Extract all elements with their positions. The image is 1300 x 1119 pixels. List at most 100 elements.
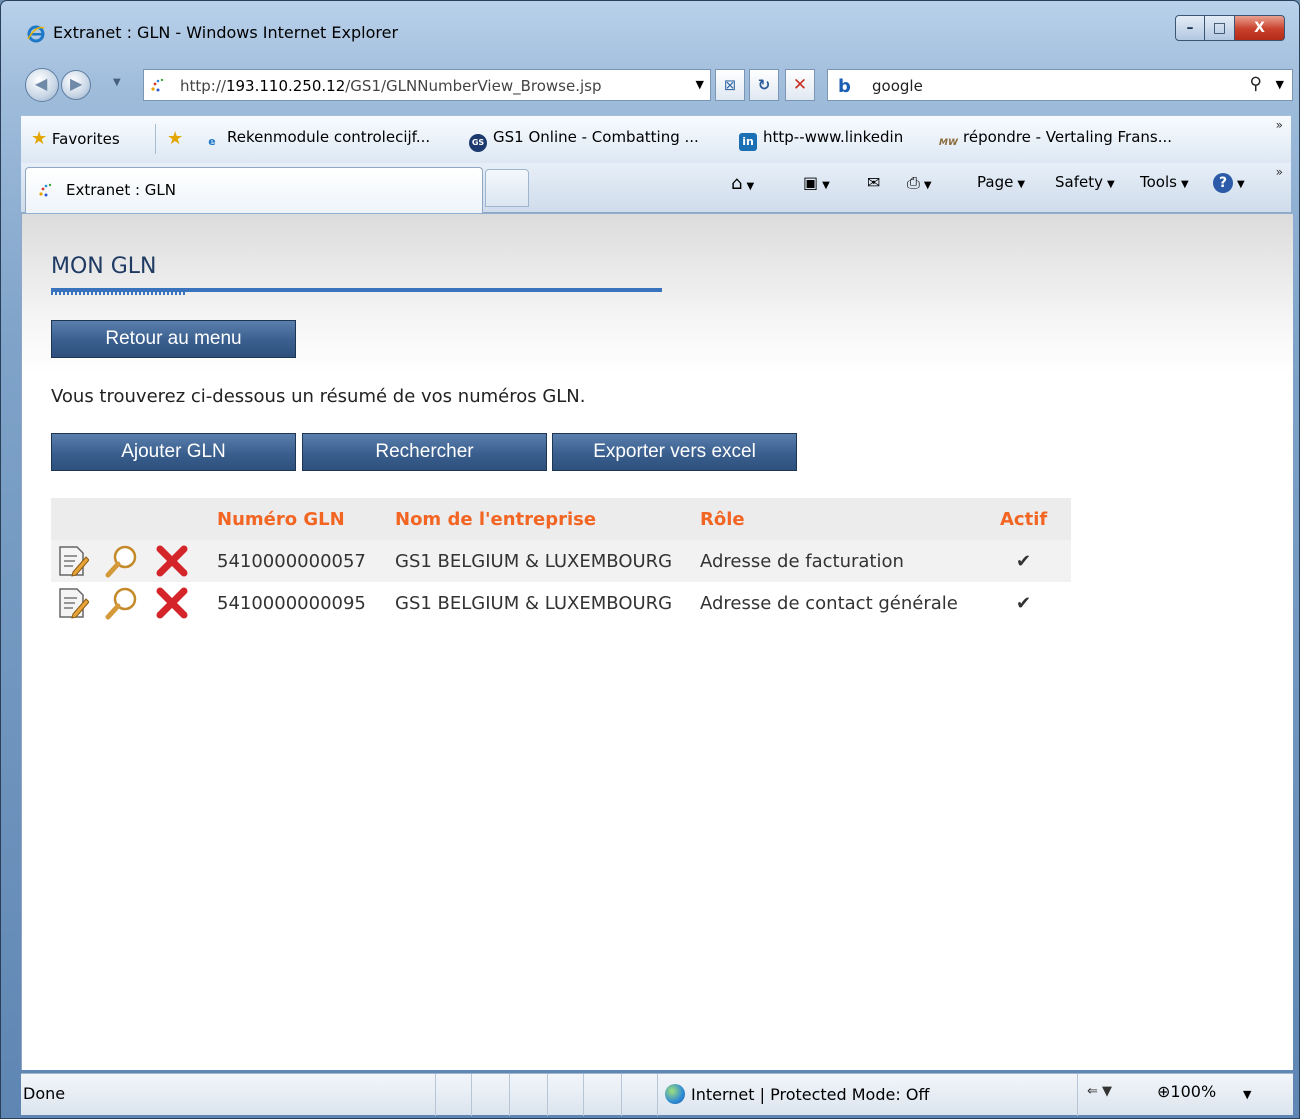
add-to-favorites-icon: ★ xyxy=(167,128,184,149)
separator xyxy=(155,124,156,154)
refresh-icon: ↻ xyxy=(757,76,771,94)
stop-icon: ✕ xyxy=(792,75,808,95)
tab-extranet-gln[interactable]: Extranet : GLN xyxy=(25,167,483,213)
gln-table: Numéro GLN Nom de l'entreprise Rôle Acti… xyxy=(51,498,1071,624)
read-mail-button[interactable]: ✉ xyxy=(867,173,880,192)
back-arrow-icon: ◀ xyxy=(35,74,48,93)
address-dropdown-icon[interactable]: ▼ xyxy=(696,78,704,91)
cell-company: GS1 BELGIUM & LUXEMBOURG xyxy=(395,540,700,582)
gs1-icon: GS xyxy=(469,134,487,152)
column-header-active[interactable]: Actif xyxy=(1000,498,1071,540)
favorites-bar: ★ Favorites ★ e Rekenmodule controlecijf.… xyxy=(21,115,1291,163)
view-details-magnifier-icon[interactable] xyxy=(105,586,139,620)
status-divider xyxy=(509,1074,510,1116)
edit-icon[interactable] xyxy=(55,586,89,620)
compatibility-icon: ⊠ xyxy=(723,76,737,94)
search-input[interactable]: google xyxy=(872,77,923,95)
delete-icon[interactable] xyxy=(155,586,189,620)
page-content: MON GLN Retour au menu Vous trouverez ci… xyxy=(21,214,1293,1070)
title-bar: Extranet : GLN - Windows Internet Explor… xyxy=(1,1,1299,61)
cell-gln: 5410000000095 xyxy=(217,582,395,624)
back-button[interactable]: ◀ xyxy=(25,68,59,102)
feeds-button[interactable]: ▣ ▼ xyxy=(803,173,830,192)
internet-globe-icon xyxy=(665,1084,685,1104)
column-header-gln[interactable]: Numéro GLN xyxy=(217,498,395,540)
column-header-role[interactable]: Rôle xyxy=(700,498,1000,540)
close-button[interactable]: X xyxy=(1235,15,1285,41)
safety-menu[interactable]: Safety ▼ xyxy=(1055,173,1115,191)
browser-window: Extranet : GLN - Windows Internet Explor… xyxy=(0,0,1300,1119)
tools-menu[interactable]: Tools ▼ xyxy=(1140,173,1189,191)
command-overflow-chevron-icon[interactable]: » xyxy=(1276,165,1283,179)
cell-role: Adresse de facturation xyxy=(700,540,1000,582)
column-header-company[interactable]: Nom de l'entreprise xyxy=(395,498,700,540)
back-to-menu-button[interactable]: Retour au menu xyxy=(51,320,296,358)
active-checkmark-icon: ✔ xyxy=(1000,582,1071,624)
status-divider xyxy=(657,1074,658,1116)
security-zone[interactable]: Internet | Protected Mode: Off xyxy=(665,1084,929,1104)
view-details-magnifier-icon[interactable] xyxy=(105,544,139,578)
maximize-button[interactable]: □ xyxy=(1205,15,1235,41)
status-divider xyxy=(547,1074,548,1116)
active-checkmark-icon: ✔ xyxy=(1000,540,1071,582)
status-divider xyxy=(435,1074,436,1116)
row-actions xyxy=(51,540,217,582)
bing-icon: b xyxy=(838,76,851,97)
zoom-level[interactable]: ⊕100% xyxy=(1157,1082,1216,1101)
address-row: ◀ ▶ ▼ http://193.110.250.12/GS1/GLNNumbe… xyxy=(1,63,1299,107)
linkedin-icon: in xyxy=(739,133,757,151)
window-controls: – □ X xyxy=(1175,15,1285,41)
favorite-link-gs1[interactable]: GS GS1 Online - Combatting ... xyxy=(469,128,699,152)
favorite-link-repondre[interactable]: MW répondre - Vertaling Frans... xyxy=(939,128,1172,152)
row-actions xyxy=(51,582,217,624)
intro-text: Vous trouverez ci-dessous un résumé de v… xyxy=(51,386,586,407)
merriam-webster-icon: MW xyxy=(939,138,958,148)
search-box[interactable]: b google ⚲ ▼ xyxy=(827,69,1293,101)
add-favorite-button[interactable]: ★ xyxy=(167,128,183,149)
cell-gln: 5410000000057 xyxy=(217,540,395,582)
search-button[interactable]: Rechercher xyxy=(302,433,547,471)
print-button[interactable]: ⎙ ▼ xyxy=(907,173,932,193)
refresh-button[interactable]: ↻ xyxy=(749,69,779,101)
favorites-overflow-chevron-icon[interactable]: » xyxy=(1276,118,1283,132)
actions-header xyxy=(51,498,217,540)
protected-mode-icon[interactable]: ⇐ ▼ xyxy=(1087,1084,1112,1099)
favorite-link-linkedin[interactable]: in http--www.linkedin xyxy=(739,128,903,151)
recent-pages-dropdown[interactable]: ▼ xyxy=(113,77,121,88)
add-gln-button[interactable]: Ajouter GLN xyxy=(51,433,296,471)
zoom-dropdown-icon[interactable]: ▼ xyxy=(1243,1088,1251,1101)
status-divider xyxy=(583,1074,584,1116)
title-underline-pattern xyxy=(51,292,186,295)
zoom-magnifier-icon: ⊕ xyxy=(1157,1082,1171,1101)
stop-button[interactable]: ✕ xyxy=(785,69,815,101)
edit-icon[interactable] xyxy=(55,544,89,578)
favorite-link-rekenmodule[interactable]: e Rekenmodule controlecijf... xyxy=(203,128,430,151)
cell-company: GS1 BELGIUM & LUXEMBOURG xyxy=(395,582,700,624)
page-menu[interactable]: Page ▼ xyxy=(977,173,1025,191)
status-bar: Done Internet | Protected Mode: Off ⇐ ▼ … xyxy=(21,1073,1293,1116)
search-icon[interactable]: ⚲ xyxy=(1250,74,1262,94)
help-menu[interactable]: ? ▼ xyxy=(1213,173,1245,193)
favorites-button[interactable]: ★ Favorites xyxy=(31,128,120,149)
search-dropdown-icon[interactable]: ▼ xyxy=(1276,78,1284,91)
table-row: 5410000000095 GS1 BELGIUM & LUXEMBOURG A… xyxy=(51,582,1071,624)
minimize-button[interactable]: – xyxy=(1175,15,1205,41)
status-divider xyxy=(621,1074,622,1116)
rss-feed-icon: ▣ xyxy=(803,173,819,192)
mail-icon: ✉ xyxy=(867,173,881,192)
tab-bar: Extranet : GLN ⌂ ▼ ▣ ▼ ✉ ⎙ ▼ Page ▼ Safety ▼ … xyxy=(21,163,1291,213)
site-favicon-icon xyxy=(39,183,52,197)
address-bar[interactable]: http://193.110.250.12/GS1/GLNNumberView_… xyxy=(143,69,711,101)
window-title: Extranet : GLN - Windows Internet Explor… xyxy=(53,23,399,42)
status-divider xyxy=(471,1074,472,1116)
table-header-row: Numéro GLN Nom de l'entreprise Rôle Acti… xyxy=(51,498,1071,540)
forward-button[interactable]: ▶ xyxy=(61,70,91,100)
export-excel-button[interactable]: Exporter vers excel xyxy=(552,433,797,471)
delete-icon[interactable] xyxy=(155,544,189,578)
printer-icon: ⎙ xyxy=(907,173,920,192)
status-divider xyxy=(1077,1074,1078,1116)
home-button[interactable]: ⌂ ▼ xyxy=(731,173,754,194)
compatibility-view-button[interactable]: ⊠ xyxy=(715,69,745,101)
status-text: Done xyxy=(23,1084,66,1103)
new-tab-button[interactable] xyxy=(485,169,529,207)
